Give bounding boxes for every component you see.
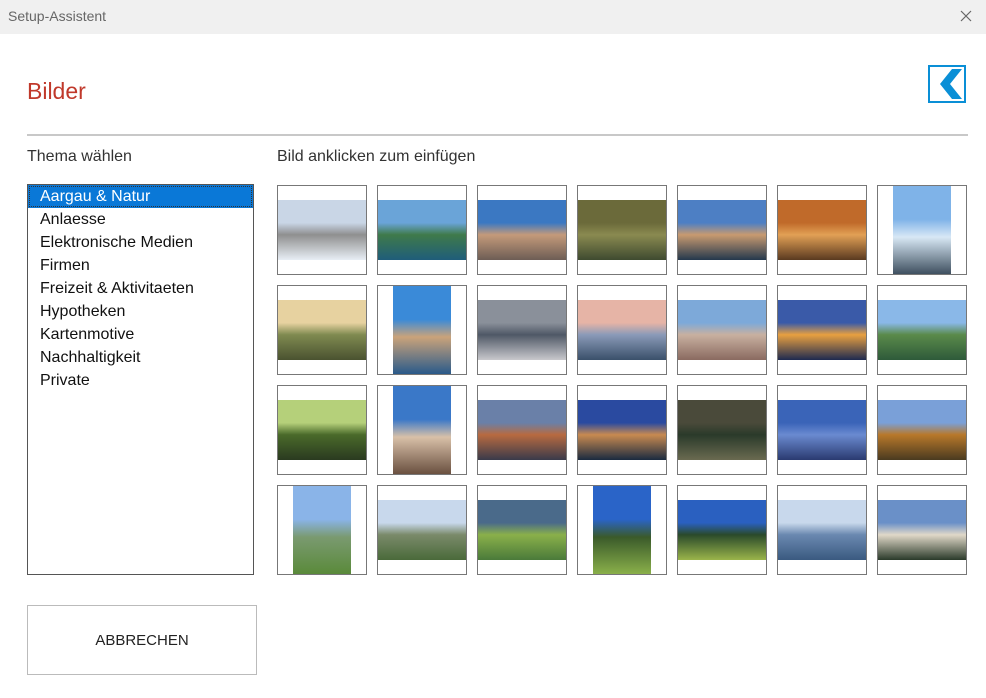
image-thumbnail[interactable] [377, 185, 467, 275]
image-dramatic-clouds [478, 300, 566, 360]
bank-chevron-logo [928, 65, 966, 103]
image-alps-lake-dusk [578, 300, 666, 360]
image-thumbnail[interactable] [277, 285, 367, 375]
image-thumbnail[interactable] [277, 185, 367, 275]
theme-listbox[interactable]: Aargau & Natur Anlaesse Elektronische Medi… [27, 184, 254, 575]
image-town-river-winter [278, 200, 366, 260]
theme-item[interactable]: Kartenmotive [28, 323, 253, 346]
theme-item[interactable]: Anlaesse [28, 208, 253, 231]
image-thumbnail[interactable] [877, 185, 967, 275]
theme-item[interactable]: Hypotheken [28, 300, 253, 323]
image-riverside-town-dusk [578, 400, 666, 460]
theme-item[interactable]: Firmen [28, 254, 253, 277]
image-thumbnail[interactable] [577, 385, 667, 475]
header-divider [27, 134, 968, 136]
image-castle-moat-trees [878, 500, 966, 560]
image-green-field-storm [478, 500, 566, 560]
image-thumbnail[interactable] [377, 285, 467, 375]
image-thumbnail[interactable] [377, 385, 467, 475]
image-river-sunset-bridge [678, 200, 766, 260]
image-reed-lake [578, 200, 666, 260]
page-title: Bilder [27, 78, 86, 104]
image-town-river-portrait [393, 286, 451, 374]
image-thumbnail[interactable] [677, 185, 767, 275]
image-misty-evening-town [478, 400, 566, 460]
image-single-tree-portrait [593, 486, 651, 574]
image-thumbnail[interactable] [477, 285, 567, 375]
image-thumbnail[interactable] [677, 385, 767, 475]
image-thumbnail[interactable] [577, 485, 667, 575]
image-lake-landscape-wide [378, 500, 466, 560]
image-thumbnail[interactable] [577, 285, 667, 375]
title-bar: Setup-Assistent [0, 0, 986, 34]
theme-label: Thema wählen [27, 148, 132, 165]
theme-item[interactable]: Elektronische Medien [28, 231, 253, 254]
image-thumbnail[interactable] [877, 385, 967, 475]
image-hill-view-lake-portrait [293, 486, 351, 574]
image-river-trees [378, 200, 466, 260]
image-single-tree-field [678, 500, 766, 560]
image-hazy-mountain-valley [778, 500, 866, 560]
image-thumbnail[interactable] [777, 485, 867, 575]
image-thumbnail[interactable] [777, 185, 867, 275]
image-thumbnail[interactable] [277, 385, 367, 475]
image-lake-blue-sky [778, 400, 866, 460]
image-thumbnail[interactable] [277, 485, 367, 575]
theme-item[interactable]: Private [28, 369, 253, 392]
image-thumbnail[interactable] [477, 385, 567, 475]
image-thumbnail[interactable] [777, 385, 867, 475]
image-town-riverside-portrait [893, 186, 951, 274]
image-thumbnail[interactable] [877, 485, 967, 575]
image-autumn-lake-shore [878, 400, 966, 460]
image-river-town-green [878, 300, 966, 360]
image-meadow-sunrise [278, 300, 366, 360]
theme-item[interactable]: Aargau & Natur [28, 185, 253, 208]
image-thumbnail[interactable] [677, 485, 767, 575]
close-icon[interactable] [956, 6, 976, 26]
image-dark-pond-heron [678, 400, 766, 460]
image-castle-night-lights [778, 300, 866, 360]
image-thumbnail[interactable] [377, 485, 467, 575]
gallery-label: Bild anklicken zum einfügen [277, 148, 476, 165]
image-town-street-tower [678, 300, 766, 360]
image-thumbnail[interactable] [777, 285, 867, 375]
cancel-button[interactable]: ABBRECHEN [27, 605, 257, 675]
image-thumbnail[interactable] [677, 285, 767, 375]
theme-item[interactable]: Nachhaltigkeit [28, 346, 253, 369]
image-old-town-facades [478, 200, 566, 260]
image-thumbnail[interactable] [477, 185, 567, 275]
image-thumbnail[interactable] [877, 285, 967, 375]
image-tree-canopy [278, 400, 366, 460]
image-church-tower-portrait [393, 386, 451, 474]
image-thumbnail[interactable] [577, 185, 667, 275]
image-thumbnail[interactable] [477, 485, 567, 575]
window-title: Setup-Assistent [8, 8, 107, 24]
image-flowers-bokeh [778, 200, 866, 260]
theme-item[interactable]: Freizeit & Aktivitaeten [28, 277, 253, 300]
